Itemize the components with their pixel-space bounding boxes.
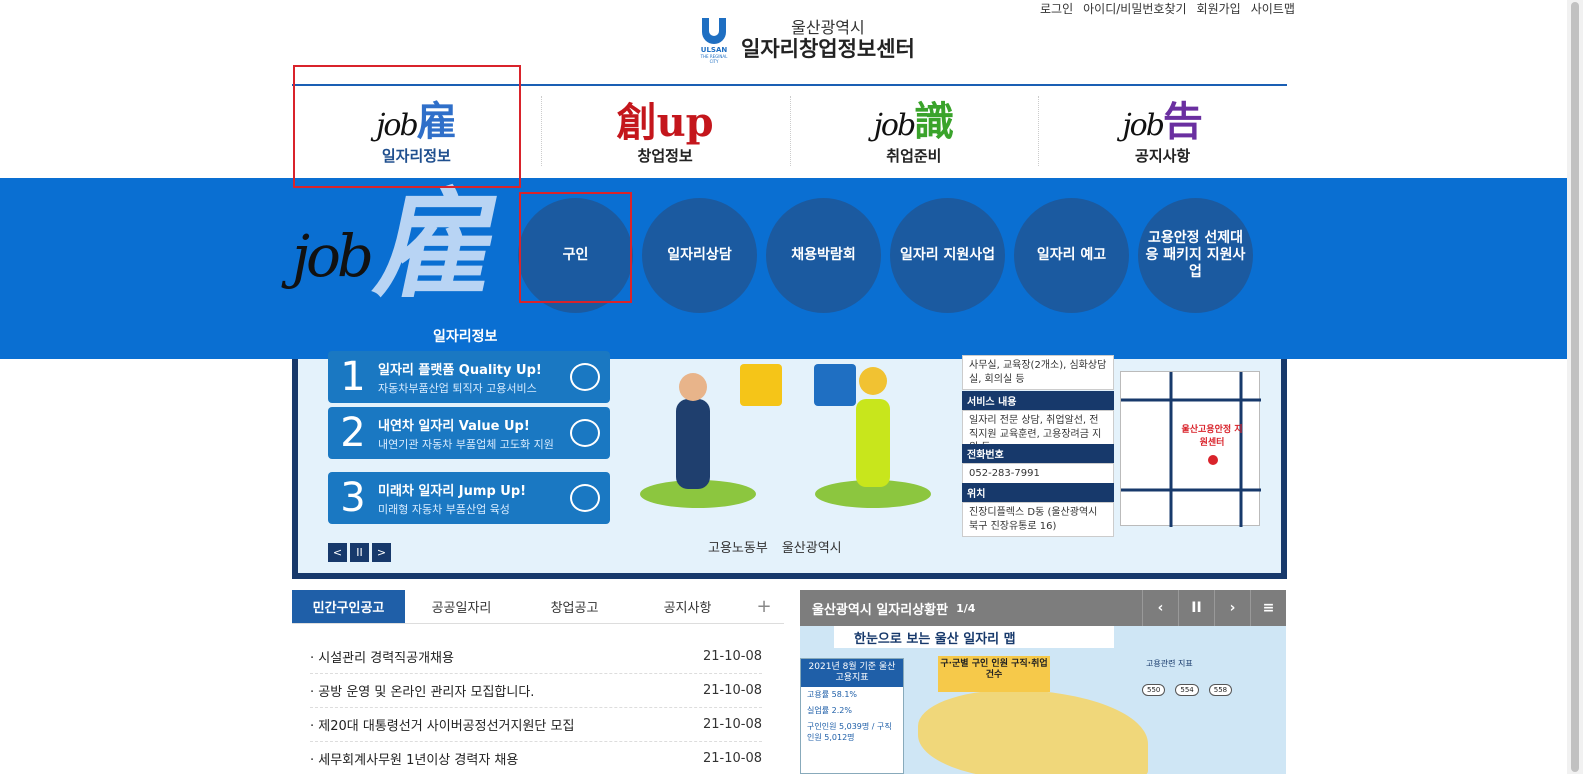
job-info-dropdown: 雇 job 일자리정보 구인 일자리상담 채용박람회 일자리 지원사업 일자리 … xyxy=(0,178,1583,359)
org-logos: 고용노동부 울산광역시 xyxy=(708,537,842,556)
status-menu-icon[interactable]: ≡ xyxy=(1250,590,1286,626)
highlight-box-job-info xyxy=(293,65,521,188)
board-list: 시설관리 경력직공개채용21-10-08 공방 운영 및 온라인 관리자 모집합… xyxy=(292,640,784,774)
tab-notices[interactable]: 공지사항 xyxy=(631,590,744,623)
sitemap-link[interactable]: 사이트맵 xyxy=(1251,0,1295,17)
main-nav-notices[interactable]: job 告 공지사항 xyxy=(1038,86,1287,178)
tab-private-jobs[interactable]: 민간구인공고 xyxy=(292,590,405,623)
status-board-page: 1/4 xyxy=(956,601,976,615)
status-board-header: 울산광역시 일자리상황판 1/4 ‹ II › ≡ xyxy=(800,590,1286,626)
submenu-job-forecast[interactable]: 일자리 예고 xyxy=(1014,198,1129,313)
status-map-title: 한눈으로 보는 울산 일자리 맵 xyxy=(834,626,1114,648)
submenu-job-support[interactable]: 일자리 지원사업 xyxy=(890,198,1005,313)
main-nav-startup-info[interactable]: 創up 창업정보 xyxy=(540,86,790,178)
list-item[interactable]: 세무회계사무원 1년이상 경력자 채용21-10-08 xyxy=(310,742,762,774)
ulsan-map-shape xyxy=(918,690,1148,774)
notices-icon: job 告 xyxy=(1122,98,1203,145)
dropdown-section-label: 일자리정보 xyxy=(433,329,498,345)
map-center-label: 울산고용안정 지원센터 xyxy=(1181,425,1243,448)
job-status-board: 울산광역시 일자리상황판 1/4 ‹ II › ≡ 한눈으로 보는 울산 일자리… xyxy=(800,590,1286,774)
banner-prev-button[interactable]: < xyxy=(328,543,347,562)
job-prep-icon: job 識 xyxy=(873,98,955,145)
page: 로그인 아이디/비밀번호찾기 회원가입 사이트맵 ULSAN THE REGIN… xyxy=(0,0,1583,774)
status-pause-button[interactable]: II xyxy=(1178,590,1214,626)
highlight-box-recruit xyxy=(519,192,632,303)
logo-center-name: 일자리창업정보센터 xyxy=(741,37,915,62)
main-nav-job-prep[interactable]: job 識 취업준비 xyxy=(789,86,1039,178)
tab-public-jobs[interactable]: 공공일자리 xyxy=(405,590,518,623)
submenu-job-fair[interactable]: 채용박람회 xyxy=(766,198,881,313)
scrollbar-thumb[interactable] xyxy=(1571,2,1579,772)
ulsan-logo-icon: ULSAN THE REGINAL CITY xyxy=(697,18,731,64)
status-next-button[interactable]: › xyxy=(1214,590,1250,626)
program-card[interactable]: 3 미래차 일자리 Jump Up! 미래형 자동차 부품산업 육성 xyxy=(328,472,610,524)
center-info: 위치 진장디플렉스 D동 (울산광역시 북구 진장유통로 16) xyxy=(962,483,1114,537)
site-logo[interactable]: ULSAN THE REGINAL CITY 울산광역시 일자리창업정보센터 xyxy=(697,17,915,64)
location-map: 울산고용안정 지원센터 xyxy=(1120,371,1261,527)
logo-text: 울산광역시 일자리창업정보센터 xyxy=(741,17,915,62)
list-item[interactable]: 공방 운영 및 온라인 관리자 모집합니다.21-10-08 xyxy=(310,674,762,708)
submenu-employment-package[interactable]: 고용안정 선제대응 패키지 지원사업 xyxy=(1138,198,1253,313)
banner-pause-button[interactable]: II xyxy=(350,543,369,562)
list-item[interactable]: 제20대 대통령선거 사이버공정선거지원단 모집21-10-08 xyxy=(310,708,762,742)
ulsan-city-logo: 울산광역시 xyxy=(781,541,842,556)
login-link[interactable]: 로그인 xyxy=(1040,0,1073,17)
puzzle-illustration xyxy=(640,364,931,508)
startup-info-icon: 創up xyxy=(616,99,714,146)
signup-link[interactable]: 회원가입 xyxy=(1197,0,1241,17)
program-card[interactable]: 1 일자리 플랫폼 Quality Up! 자동차부품산업 퇴직자 고용서비스 xyxy=(328,351,610,403)
indicator-values: 550 554 558 xyxy=(1142,684,1233,696)
banner-controls: < II > xyxy=(328,543,391,562)
engine-icon xyxy=(570,419,600,447)
utility-links: 로그인 아이디/비밀번호찾기 회원가입 사이트맵 xyxy=(1040,0,1295,17)
program-card[interactable]: 2 내연차 일자리 Value Up! 내연기관 자동차 부품업체 고도화 지원 xyxy=(328,407,610,459)
employment-indicators-panel: 2021년 8월 기준 울산 고용지표 고용률 58.1% 실업률 2.2% 구… xyxy=(800,658,904,774)
ai-chip-icon xyxy=(570,484,600,512)
banner-next-button[interactable]: > xyxy=(372,543,391,562)
more-plus-icon[interactable]: + xyxy=(744,590,784,623)
page-scrollbar[interactable] xyxy=(1567,0,1583,774)
district-callout: 구·군별 구인 인원 구직·취업 건수 xyxy=(938,656,1050,692)
find-id-password-link[interactable]: 아이디/비밀번호찾기 xyxy=(1083,0,1186,17)
board-tabs: 민간구인공고 공공일자리 창업공고 공지사항 + xyxy=(292,590,784,624)
main-banner[interactable]: 1 일자리 플랫폼 Quality Up! 자동차부품산업 퇴직자 고용서비스 2… xyxy=(292,351,1287,579)
indicator-legend: 고용관련 지표 xyxy=(1146,659,1193,668)
dropdown-han-glyph: 雇 xyxy=(365,178,513,314)
dropdown-job-glyph: job xyxy=(292,222,374,290)
map-roads xyxy=(1121,372,1261,527)
center-info: 전화번호 052-283-7991 xyxy=(962,444,1114,485)
logo-city: 울산광역시 xyxy=(791,17,865,37)
center-info: 사무실, 교육장(2개소), 심화상담실, 회의실 등 xyxy=(962,355,1114,390)
submenu-job-counseling[interactable]: 일자리상담 xyxy=(642,198,757,313)
status-board-title: 울산광역시 일자리상황판 xyxy=(812,602,949,618)
handshake-icon xyxy=(570,363,600,391)
moel-logo: 고용노동부 xyxy=(708,541,768,556)
notice-board: 민간구인공고 공공일자리 창업공고 공지사항 + 시설관리 경력직공개채용21-… xyxy=(292,590,784,774)
list-item[interactable]: 시설관리 경력직공개채용21-10-08 xyxy=(310,640,762,674)
tab-startup-notices[interactable]: 창업공고 xyxy=(518,590,631,623)
status-prev-button[interactable]: ‹ xyxy=(1142,590,1178,626)
